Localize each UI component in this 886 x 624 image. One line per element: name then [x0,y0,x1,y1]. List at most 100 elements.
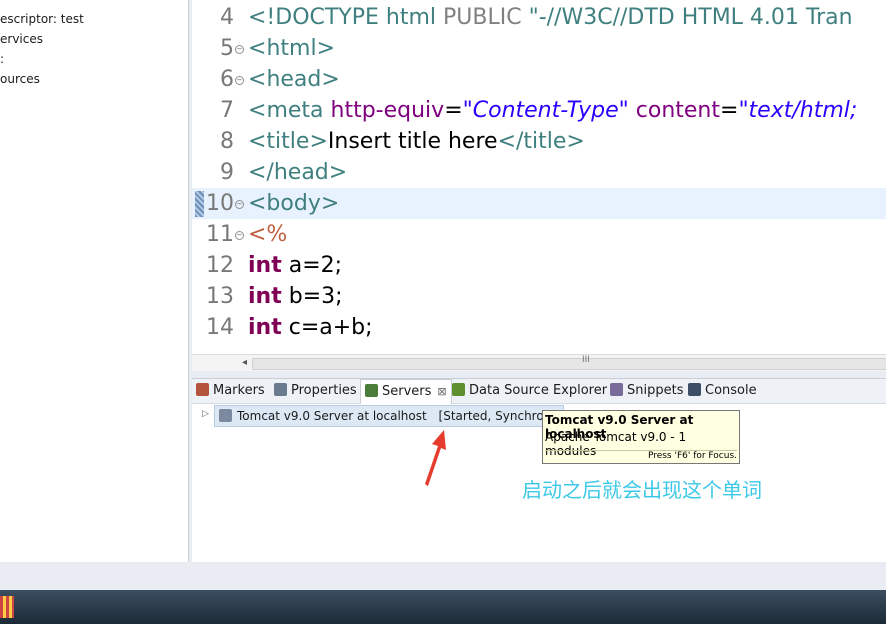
code-token: head [266,67,322,92]
code-line[interactable]: 8 <title>Insert title here</title> [192,126,886,157]
line-number: 8 [220,129,234,154]
code-token: "text/html; [738,98,858,123]
code-token: = [720,98,739,123]
tab-label: Console [705,383,757,398]
line-number: 9 [220,160,234,185]
line-number: 4 [220,5,234,30]
scrollbar-grip: III [582,355,590,365]
tab-label: Properties [291,383,357,398]
code-token: <title> [248,129,328,154]
servers-view-panel: Markers Properties Servers ⊠ Data Source Exp… [192,378,886,563]
code-line[interactable]: 9 </head> [192,157,886,188]
fold-toggle-icon[interactable]: − [235,200,244,209]
code-line[interactable]: 4 <!DOCTYPE html PUBLIC "-//W3C//DTD HTML… [192,2,886,33]
code-token: < [248,98,267,123]
server-row-tomcat[interactable]: Tomcat v9.0 Server at localhost [Started… [214,405,564,427]
code-text: <body> [248,188,339,219]
server-tooltip: Tomcat v9.0 Server at localhost Apache T… [542,410,740,464]
tab-servers[interactable]: Servers ⊠ [360,379,452,404]
scrollbar-thumb[interactable] [252,358,886,370]
line-number: 14 [206,315,234,340]
code-text: <title>Insert title here</title> [248,126,585,157]
code-text: <html> [248,33,335,64]
code-text: int c=a+b; [248,312,373,343]
code-token: "Content-Type" [462,98,629,123]
tab-markers[interactable]: Markers [196,379,265,403]
line-number: 5 [220,36,234,61]
close-tab-icon[interactable]: ⊠ [437,385,446,398]
console-icon [688,383,701,396]
code-text: int b=3; [248,281,343,312]
line-number: 10 [206,191,234,216]
code-line[interactable]: 12 int a=2; [192,250,886,281]
line-number: 13 [206,284,234,309]
code-line[interactable]: 5− <html> [192,33,886,64]
snippets-icon [610,383,623,396]
markers-icon [196,383,209,396]
fold-toggle-icon[interactable]: − [235,45,244,54]
code-token: </title> [497,129,585,154]
code-token: < [248,67,267,92]
code-token: http-equiv [330,98,445,123]
tab-snippets[interactable]: Snippets [610,379,683,403]
code-token: b=3; [281,284,343,309]
fold-toggle-icon[interactable]: − [235,76,244,85]
code-token: PUBLIC [443,5,529,30]
code-token: content [628,98,720,123]
tab-data-source-explorer[interactable]: Data Source Explorer [452,379,607,403]
code-token: > [321,67,340,92]
code-editor[interactable]: 4 <!DOCTYPE html PUBLIC "-//W3C//DTD HTML… [192,0,886,354]
os-taskbar [0,590,886,624]
annotation-arrow-icon [425,430,446,486]
code-token: > [316,36,335,61]
tree-item-descriptor[interactable]: escriptor: test [0,10,84,28]
line-number: 12 [206,253,234,278]
tooltip-hint: Press 'F6' for Focus. [545,450,737,461]
expand-arrow-icon[interactable]: ▷ [202,409,209,419]
tree-item-services[interactable]: ervices [0,30,43,48]
code-text: <!DOCTYPE html PUBLIC "-//W3C//DTD HTML … [248,2,853,33]
tree-item-resources[interactable]: ources [0,70,40,88]
line-number: 7 [220,98,234,123]
server-name: Tomcat v9.0 Server at localhost [237,409,427,423]
line-number: 11 [206,222,234,247]
tab-properties[interactable]: Properties [274,379,357,403]
code-token: = [444,98,463,123]
tab-label: Data Source Explorer [469,383,608,398]
view-tab-bar: Markers Properties Servers ⊠ Data Source Exp… [192,379,886,404]
code-token: <body> [248,191,340,216]
code-line[interactable]: 10− <body> [192,188,886,219]
code-line[interactable]: 13 int b=3; [192,281,886,312]
servers-icon [365,384,378,397]
server-icon [219,409,232,422]
code-token: meta [266,98,331,123]
code-token: Insert title here [327,129,498,154]
editor-horizontal-scrollbar[interactable]: ◂ III [192,354,886,371]
code-token: "-//W3C//DTD HTML 4.01 Tran [528,5,853,30]
code-token: <% [248,222,288,247]
code-line[interactable]: 6− <head> [192,64,886,95]
taskbar-app-icon[interactable] [0,596,14,618]
code-text: <head> [248,64,340,95]
scroll-left-icon[interactable]: ◂ [242,357,247,368]
code-token: c=a+b; [281,315,373,340]
project-explorer: escriptor: test ervices : ources [0,0,189,562]
code-token: a=2; [281,253,343,278]
code-line[interactable]: 7 <meta http-equiv="Content-Type" content… [192,95,886,126]
code-line[interactable]: 14 int c=a+b; [192,312,886,343]
fold-toggle-icon[interactable]: − [235,231,244,240]
code-text: <meta http-equiv="Content-Type" content=… [248,95,857,126]
code-line[interactable]: 11− <% [192,219,886,250]
tab-label: Markers [213,383,265,398]
tab-label: Snippets [627,383,684,398]
tree-item-unknown[interactable]: : [0,50,4,68]
line-number: 6 [220,67,234,92]
window-bottom-strip [0,562,886,590]
code-text: int a=2; [248,250,342,281]
code-token: int [248,315,282,340]
data-source-icon [452,383,465,396]
tab-console[interactable]: Console [688,379,757,403]
code-text: <% [248,219,287,250]
code-token: </head> [248,160,348,185]
properties-icon [274,383,287,396]
